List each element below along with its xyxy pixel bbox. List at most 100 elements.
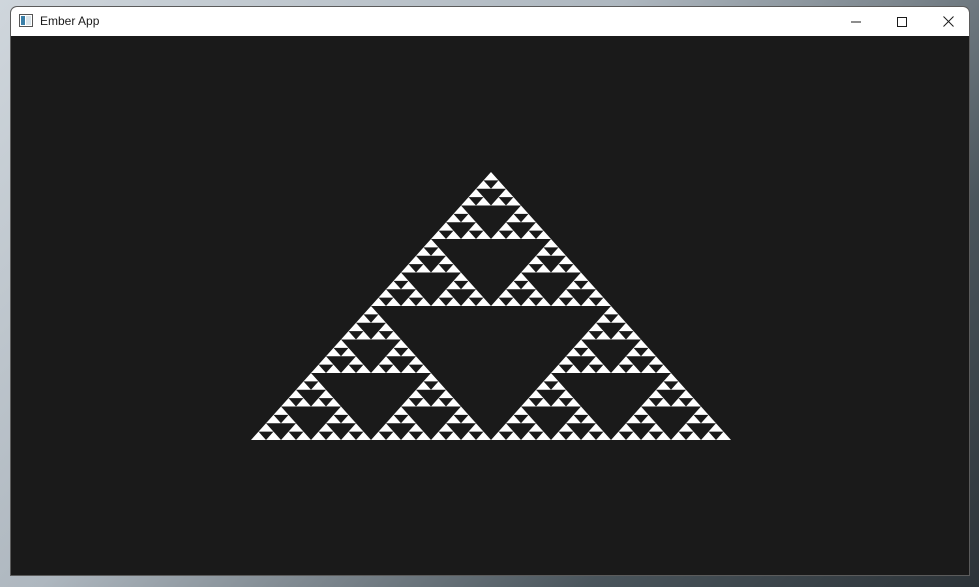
fractal-cell	[611, 314, 626, 323]
fractal-cell	[506, 280, 521, 290]
fractal-cell	[438, 222, 454, 231]
fractal-cell	[551, 398, 566, 407]
fractal-cell	[386, 347, 401, 357]
fractal-cell	[453, 272, 469, 281]
fractal-cell	[386, 331, 401, 340]
fractal-cell	[461, 414, 476, 424]
fractal-cell	[491, 230, 506, 239]
fractal-cell	[378, 322, 394, 332]
fractal-cell	[393, 339, 409, 348]
fractal-cell	[536, 297, 551, 306]
fractal-cell	[348, 322, 364, 332]
close-icon	[942, 16, 954, 27]
fractal-cell	[453, 406, 469, 415]
fractal-cell	[551, 364, 566, 373]
fractal-cell	[596, 331, 611, 340]
fractal-cell	[663, 373, 679, 382]
close-button[interactable]	[925, 7, 969, 36]
fractal-cell	[558, 289, 574, 298]
fractal-cell	[371, 364, 386, 373]
fractal-cell	[476, 297, 491, 306]
fractal-cell	[281, 398, 296, 407]
fractal-cell	[671, 431, 686, 440]
fractal-cell	[446, 213, 461, 223]
fractal-cell	[656, 381, 671, 390]
fractal-cell	[686, 414, 701, 424]
fractal-cell	[326, 398, 341, 407]
fractal-cell	[701, 431, 716, 440]
fractal-cell	[468, 222, 484, 231]
fractal-cell	[476, 230, 491, 239]
fractal-cell	[401, 364, 416, 373]
fractal-cell	[558, 255, 574, 265]
fractal-cell	[671, 381, 686, 390]
fractal-cell	[581, 297, 596, 306]
fractal-cell	[311, 398, 326, 407]
fractal-cell	[438, 423, 454, 432]
fractal-cell	[708, 423, 724, 432]
maximize-button[interactable]	[879, 7, 925, 36]
fractal-cell	[513, 205, 529, 214]
fractal-cell	[266, 414, 281, 424]
fractal-cell	[566, 264, 581, 273]
fractal-cell	[333, 339, 349, 348]
fractal-cell	[446, 297, 461, 306]
fractal-cell	[401, 280, 416, 290]
fractal-cell	[521, 414, 536, 424]
fractal-cell	[401, 264, 416, 273]
fractal-cell	[273, 406, 289, 415]
fractal-cell	[581, 364, 596, 373]
fractal-cell	[423, 239, 439, 248]
fractal-cell	[453, 205, 469, 214]
fractal-cell	[341, 364, 356, 373]
fractal-cell	[468, 423, 484, 432]
fractal-cell	[513, 406, 529, 415]
fractal-cell	[258, 423, 274, 432]
fractal-cell	[393, 272, 409, 281]
fractal-cell	[416, 398, 431, 407]
fractal-cell	[528, 289, 544, 298]
fractal-cell	[513, 272, 529, 281]
fractal-cell	[498, 289, 514, 298]
render-canvas[interactable]	[11, 36, 969, 575]
fractal-cell	[551, 264, 566, 273]
fractal-cell	[626, 431, 641, 440]
fractal-cell	[438, 289, 454, 298]
fractal-cell	[401, 414, 416, 424]
fractal-cell	[551, 297, 566, 306]
fractal-cell	[521, 398, 536, 407]
fractal-cell	[446, 280, 461, 290]
fractal-cell	[348, 356, 364, 365]
minimize-button[interactable]	[833, 7, 879, 36]
fractal-cell	[498, 188, 514, 198]
fractal-cell	[326, 431, 341, 440]
fractal-cell	[536, 381, 551, 390]
fractal-cell	[446, 264, 461, 273]
fractal-cell	[438, 255, 454, 265]
fractal-cell	[611, 331, 626, 340]
fractal-cell	[341, 414, 356, 424]
fractal-cell	[671, 398, 686, 407]
fractal-cell	[566, 364, 581, 373]
fractal-cell	[566, 431, 581, 440]
fractal-cell	[558, 356, 574, 365]
fractal-cell	[498, 423, 514, 432]
title-bar[interactable]: Ember App	[11, 7, 969, 36]
fractal-cell	[416, 247, 431, 256]
fractal-cell	[371, 331, 386, 340]
fractal-cell	[408, 389, 424, 399]
fractal-cell	[626, 414, 641, 424]
fractal-cell	[686, 431, 701, 440]
fractal-cell	[506, 197, 521, 206]
fractal-cell	[408, 356, 424, 365]
fractal-cell	[656, 398, 671, 407]
fractal-cell	[363, 306, 379, 315]
fractal-cell	[288, 389, 304, 399]
app-window: Ember App	[10, 6, 970, 576]
fractal-cell	[528, 255, 544, 265]
fractal-cell	[461, 197, 476, 206]
fractal-cell	[618, 322, 634, 332]
fractal-cell	[536, 398, 551, 407]
fractal-cell	[311, 364, 326, 373]
fractal-cell	[566, 280, 581, 290]
